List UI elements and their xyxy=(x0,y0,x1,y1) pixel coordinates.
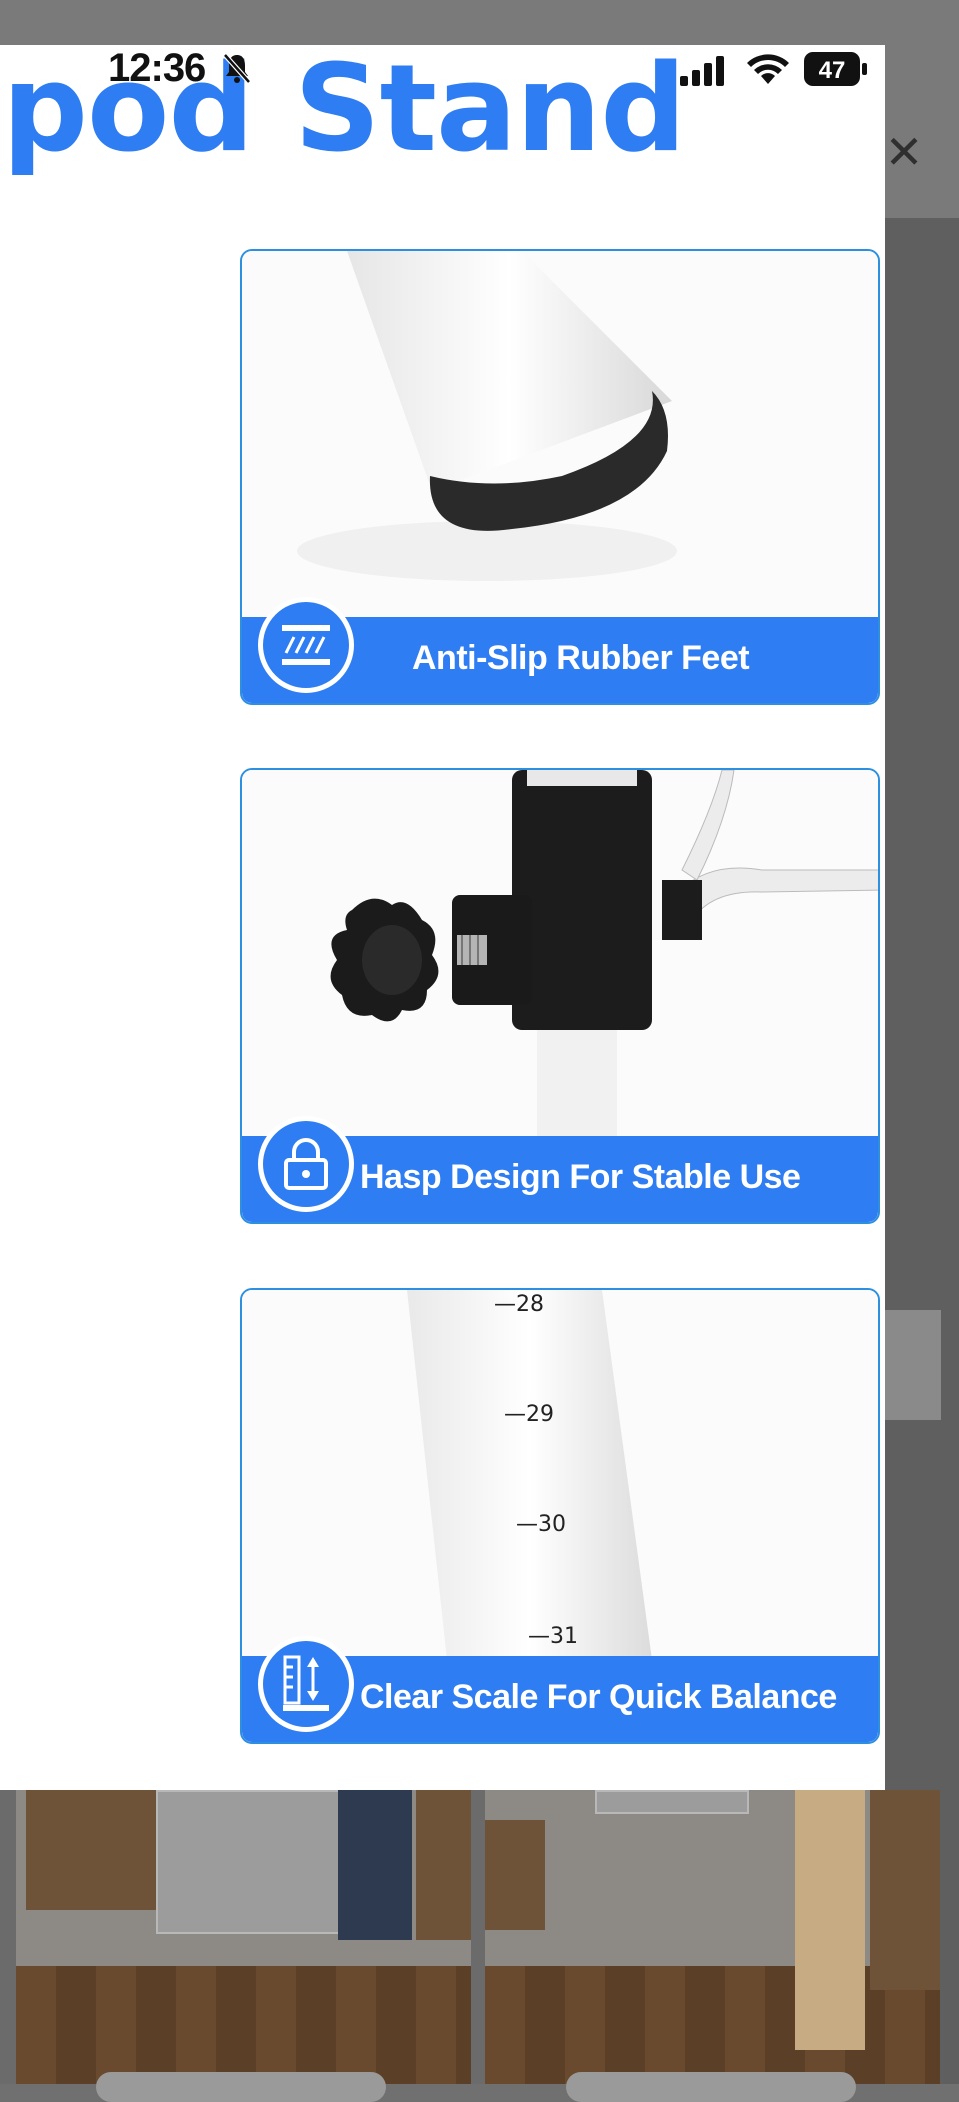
close-icon[interactable]: ✕ xyxy=(882,129,926,175)
scale-mark: —31 xyxy=(528,1624,578,1649)
hasp-knob-photo xyxy=(242,770,878,1140)
scale-mark: —28 xyxy=(494,1292,544,1317)
background-card xyxy=(885,1310,941,1420)
background-pill-right xyxy=(566,2072,856,2102)
feature-label: Clear Scale For Quick Balance xyxy=(360,1678,837,1716)
status-time: 12:36 xyxy=(108,46,206,90)
feature-label: Hasp Design For Stable Use xyxy=(360,1158,801,1196)
feature-card-hasp-design: Hasp Design For Stable Use xyxy=(240,768,880,1224)
battery-icon: 47 xyxy=(804,52,867,86)
feature-card-clear-scale: —28 —29 —30 —31 Clear Scale For Quick Ba… xyxy=(240,1288,880,1744)
background-product-photo-right xyxy=(485,1790,940,2084)
svg-text:47: 47 xyxy=(819,57,846,84)
padlock-icon xyxy=(258,1116,354,1212)
feature-bar: Anti-Slip Rubber Feet xyxy=(242,597,878,703)
scale-tube-photo: —28 —29 —30 —31 xyxy=(242,1290,878,1660)
feature-card-rubber-feet: Anti-Slip Rubber Feet xyxy=(240,249,880,705)
wifi-icon xyxy=(747,54,789,84)
rubber-texture-icon xyxy=(258,597,354,693)
feature-bar: Clear Scale For Quick Balance xyxy=(242,1636,878,1742)
feature-bar: Hasp Design For Stable Use xyxy=(242,1116,878,1222)
bell-muted-icon xyxy=(223,53,251,84)
status-bar: 12:36 47 xyxy=(0,0,959,95)
rubber-feet-photo xyxy=(242,251,878,621)
product-image-viewer: ipod Stand Anti-Slip Rubber Feet Hasp De… xyxy=(0,45,885,1790)
height-ruler-icon xyxy=(258,1636,354,1732)
background-pill-left xyxy=(96,2072,386,2102)
background-product-photo-left xyxy=(16,1790,471,2084)
feature-label: Anti-Slip Rubber Feet xyxy=(412,639,750,677)
scale-mark: —30 xyxy=(516,1512,566,1537)
scale-mark: —29 xyxy=(504,1402,554,1427)
cellular-signal-icon xyxy=(680,56,724,86)
